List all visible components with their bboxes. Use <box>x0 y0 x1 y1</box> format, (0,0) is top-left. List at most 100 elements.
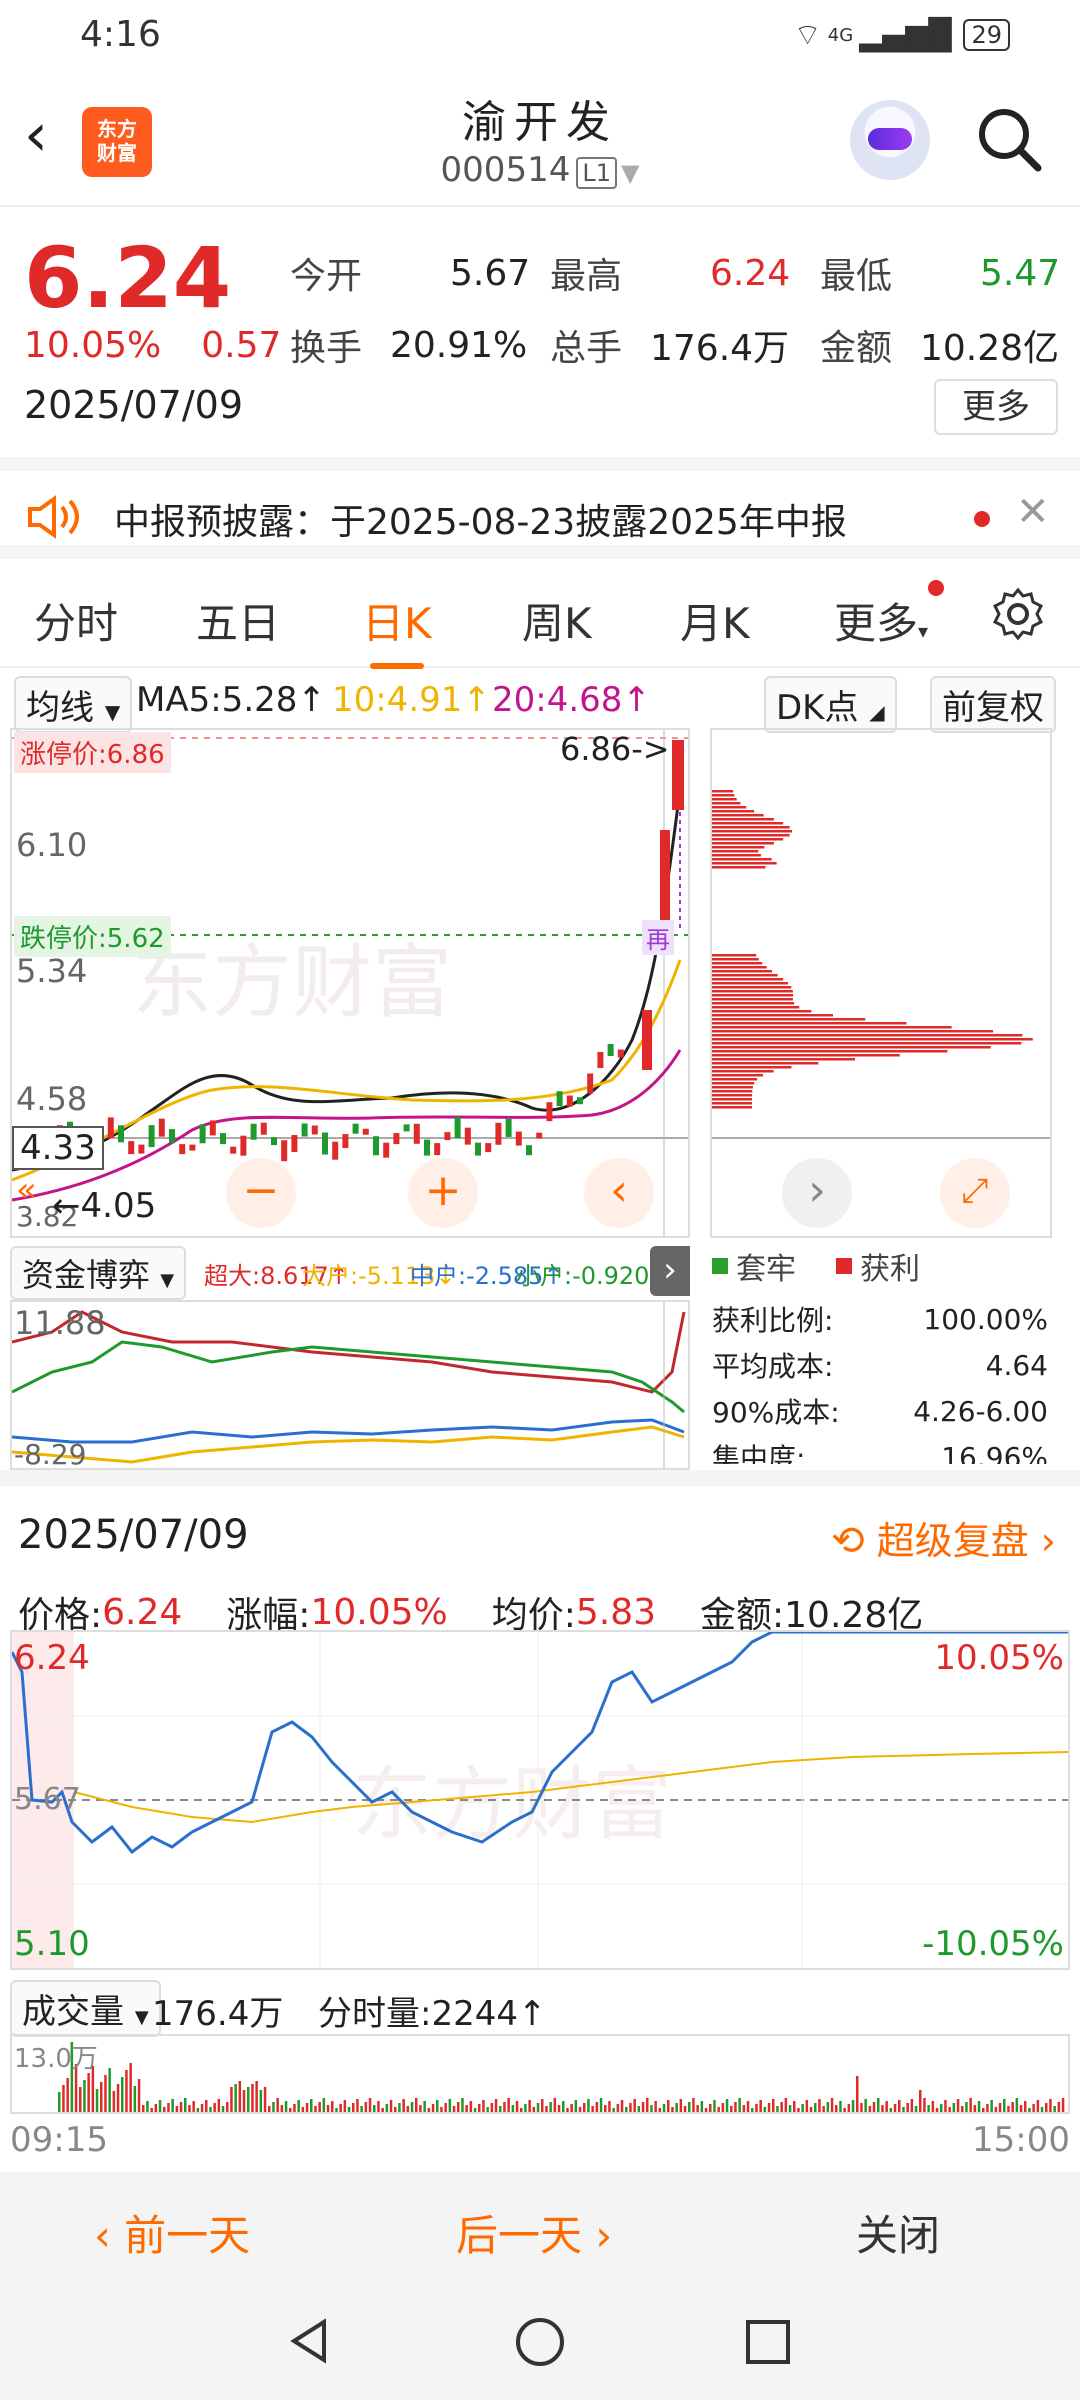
history-icon: ⟲ <box>831 1518 865 1564</box>
volume-bar <box>952 2103 956 2112</box>
dk-point-button[interactable]: DK点 ◢ <box>764 676 897 733</box>
volume-bar <box>549 2102 552 2112</box>
scroll-left-button[interactable]: ‹ <box>584 1158 654 1228</box>
volume-bar <box>125 2070 128 2112</box>
tab-five-day[interactable]: 五日 <box>196 590 280 651</box>
search-icon[interactable] <box>974 104 1044 174</box>
adjust-button[interactable]: 前复权 <box>930 676 1056 733</box>
low-value: 5.47 <box>980 252 1061 294</box>
turnover-label: 换手 <box>290 328 363 369</box>
tab-more[interactable]: 更多▾ <box>834 580 945 651</box>
rewind-icon[interactable]: « <box>16 1170 37 1210</box>
volume-bar <box>515 2101 519 2112</box>
ma-selector-label: 均线 <box>26 688 94 728</box>
nav-home-icon[interactable] <box>514 2316 566 2368</box>
battery-icon: 29 <box>963 19 1010 51</box>
volume-bar <box>805 2100 809 2112</box>
settings-gear-icon[interactable] <box>990 586 1046 642</box>
chip-bar <box>712 1094 753 1097</box>
super-review-link[interactable]: ⟲ 超级复盘 › <box>831 1510 1056 1565</box>
tab-weekly-k[interactable]: 周K <box>522 590 592 651</box>
cost-value: 4.26-6.00 <box>913 1394 1048 1428</box>
tab-more-label: 更多 <box>834 599 919 648</box>
scroll-right-button[interactable]: › <box>782 1158 852 1228</box>
candle <box>373 1136 379 1156</box>
volume-bar <box>746 2101 750 2112</box>
candle <box>505 1118 512 1137</box>
volume-bar <box>129 2063 132 2112</box>
tick-volume: 分时量:2244↑ <box>318 1994 547 2034</box>
volume-bar <box>116 2084 120 2112</box>
volume-bar <box>763 2107 767 2112</box>
volume-bar <box>427 2108 431 2112</box>
chip-bar <box>712 1002 795 1005</box>
volume-bar <box>167 2103 170 2112</box>
volume-bar <box>608 2101 611 2112</box>
cost-label: 获利比例: <box>712 1304 834 1337</box>
zoom-out-button[interactable]: − <box>226 1158 296 1228</box>
expand-icon[interactable]: ⤢ <box>940 1158 1010 1228</box>
kline-chart[interactable]: 东方财富 涨停价:6.86 6.86-> 跌停价:5.62 6.10 5.34 … <box>10 728 690 1238</box>
change-abs: 0.57 <box>201 325 282 366</box>
volume-bar <box>389 2100 393 2112</box>
ma-selector[interactable]: 均线 ▼ <box>14 676 133 733</box>
volume-bar <box>914 2106 918 2112</box>
volume-bar <box>893 2104 897 2112</box>
volume-bar <box>658 2108 662 2112</box>
unread-dot <box>974 511 990 527</box>
nav-back-icon[interactable] <box>284 2316 334 2366</box>
cost-label: 平均成本: <box>712 1350 834 1383</box>
next-day-button[interactable]: 后一天 › <box>456 2202 612 2263</box>
cost-row: 平均成本: 4.64 <box>708 1342 1058 1388</box>
amount-value: 10.28亿 <box>920 328 1060 369</box>
volume-bar <box>251 2084 254 2112</box>
volume-bar <box>692 2098 695 2112</box>
calendar-tag: 再 <box>642 920 674 955</box>
fund-svg <box>11 1302 686 1468</box>
chip-bar <box>712 814 764 817</box>
intraday-chart[interactable]: 东方财富 6.24 5.67 5.10 10.05% -10.05% <box>10 1630 1070 1970</box>
tab-more-badge <box>928 580 945 596</box>
expand-panel-icon[interactable]: › <box>650 1246 690 1296</box>
fund-selector[interactable]: 资金博弈 ▼ <box>10 1246 187 1300</box>
assistant-avatar[interactable] <box>850 100 930 180</box>
prev-day-button[interactable]: ‹ 前一天 <box>94 2202 250 2263</box>
close-icon[interactable]: ✕ <box>1016 489 1050 535</box>
candle <box>597 1051 604 1068</box>
review-pct: 10.05% <box>310 1591 448 1633</box>
nav-recents-icon[interactable] <box>744 2318 792 2366</box>
volume-bar <box>150 2108 153 2112</box>
chip-bar <box>712 986 792 989</box>
dropdown-icon: ▼ <box>104 700 121 724</box>
volume-bar <box>444 2103 447 2112</box>
volume-label: 总手 <box>550 328 623 369</box>
candle <box>107 1117 114 1139</box>
tab-monthly-k[interactable]: 月K <box>680 590 750 651</box>
intraday-pct-top: 10.05% <box>934 1638 1064 1678</box>
volume-bar <box>801 2104 804 2112</box>
notice-banner[interactable]: 中报预披露：于2025-08-23披露2025年中报 ✕ <box>0 457 1080 559</box>
time-end: 15:00 <box>972 2120 1070 2160</box>
fund-selector-label: 资金博弈 <box>22 1256 151 1294</box>
more-quote-button[interactable]: 更多 <box>934 379 1058 435</box>
volume-bar <box>200 2104 204 2112</box>
tab-intraday[interactable]: 分时 <box>34 590 118 651</box>
candle-last <box>672 740 684 810</box>
kline-toolbar: 均线 ▼ MA5:5.28↑ 10:4.91↑ 20:4.68↑ DK点 ◢ 前… <box>0 668 1080 733</box>
volume-bar <box>263 2087 267 2112</box>
volume-bar <box>524 2104 527 2112</box>
close-button[interactable]: 关闭 <box>856 2202 940 2263</box>
volume-bar <box>620 2100 624 2112</box>
fund-flow-chart[interactable]: 11.88 -8.29 <box>10 1300 690 1471</box>
limit-down-label: 跌停价:5.62 <box>14 916 171 957</box>
volume-chart[interactable]: 13.0万 <box>10 2034 1070 2114</box>
dropdown-icon: ▾ <box>918 619 929 643</box>
zoom-in-button[interactable]: + <box>408 1158 478 1228</box>
price-change: 10.05% 0.57 <box>24 325 281 366</box>
ma10-value: 10:4.91↑ <box>332 680 491 720</box>
tab-daily-k[interactable]: 日K <box>362 590 432 669</box>
chip-distribution[interactable]: › ⤢ <box>710 728 1052 1238</box>
quote-grid: 今开 5.67 最高 6.24 最低 5.47 换手 20.91% 总手 176… <box>290 237 1060 381</box>
volume-selector[interactable]: 成交量 ▼ <box>10 1980 161 2037</box>
volume-bar <box>856 2076 859 2112</box>
